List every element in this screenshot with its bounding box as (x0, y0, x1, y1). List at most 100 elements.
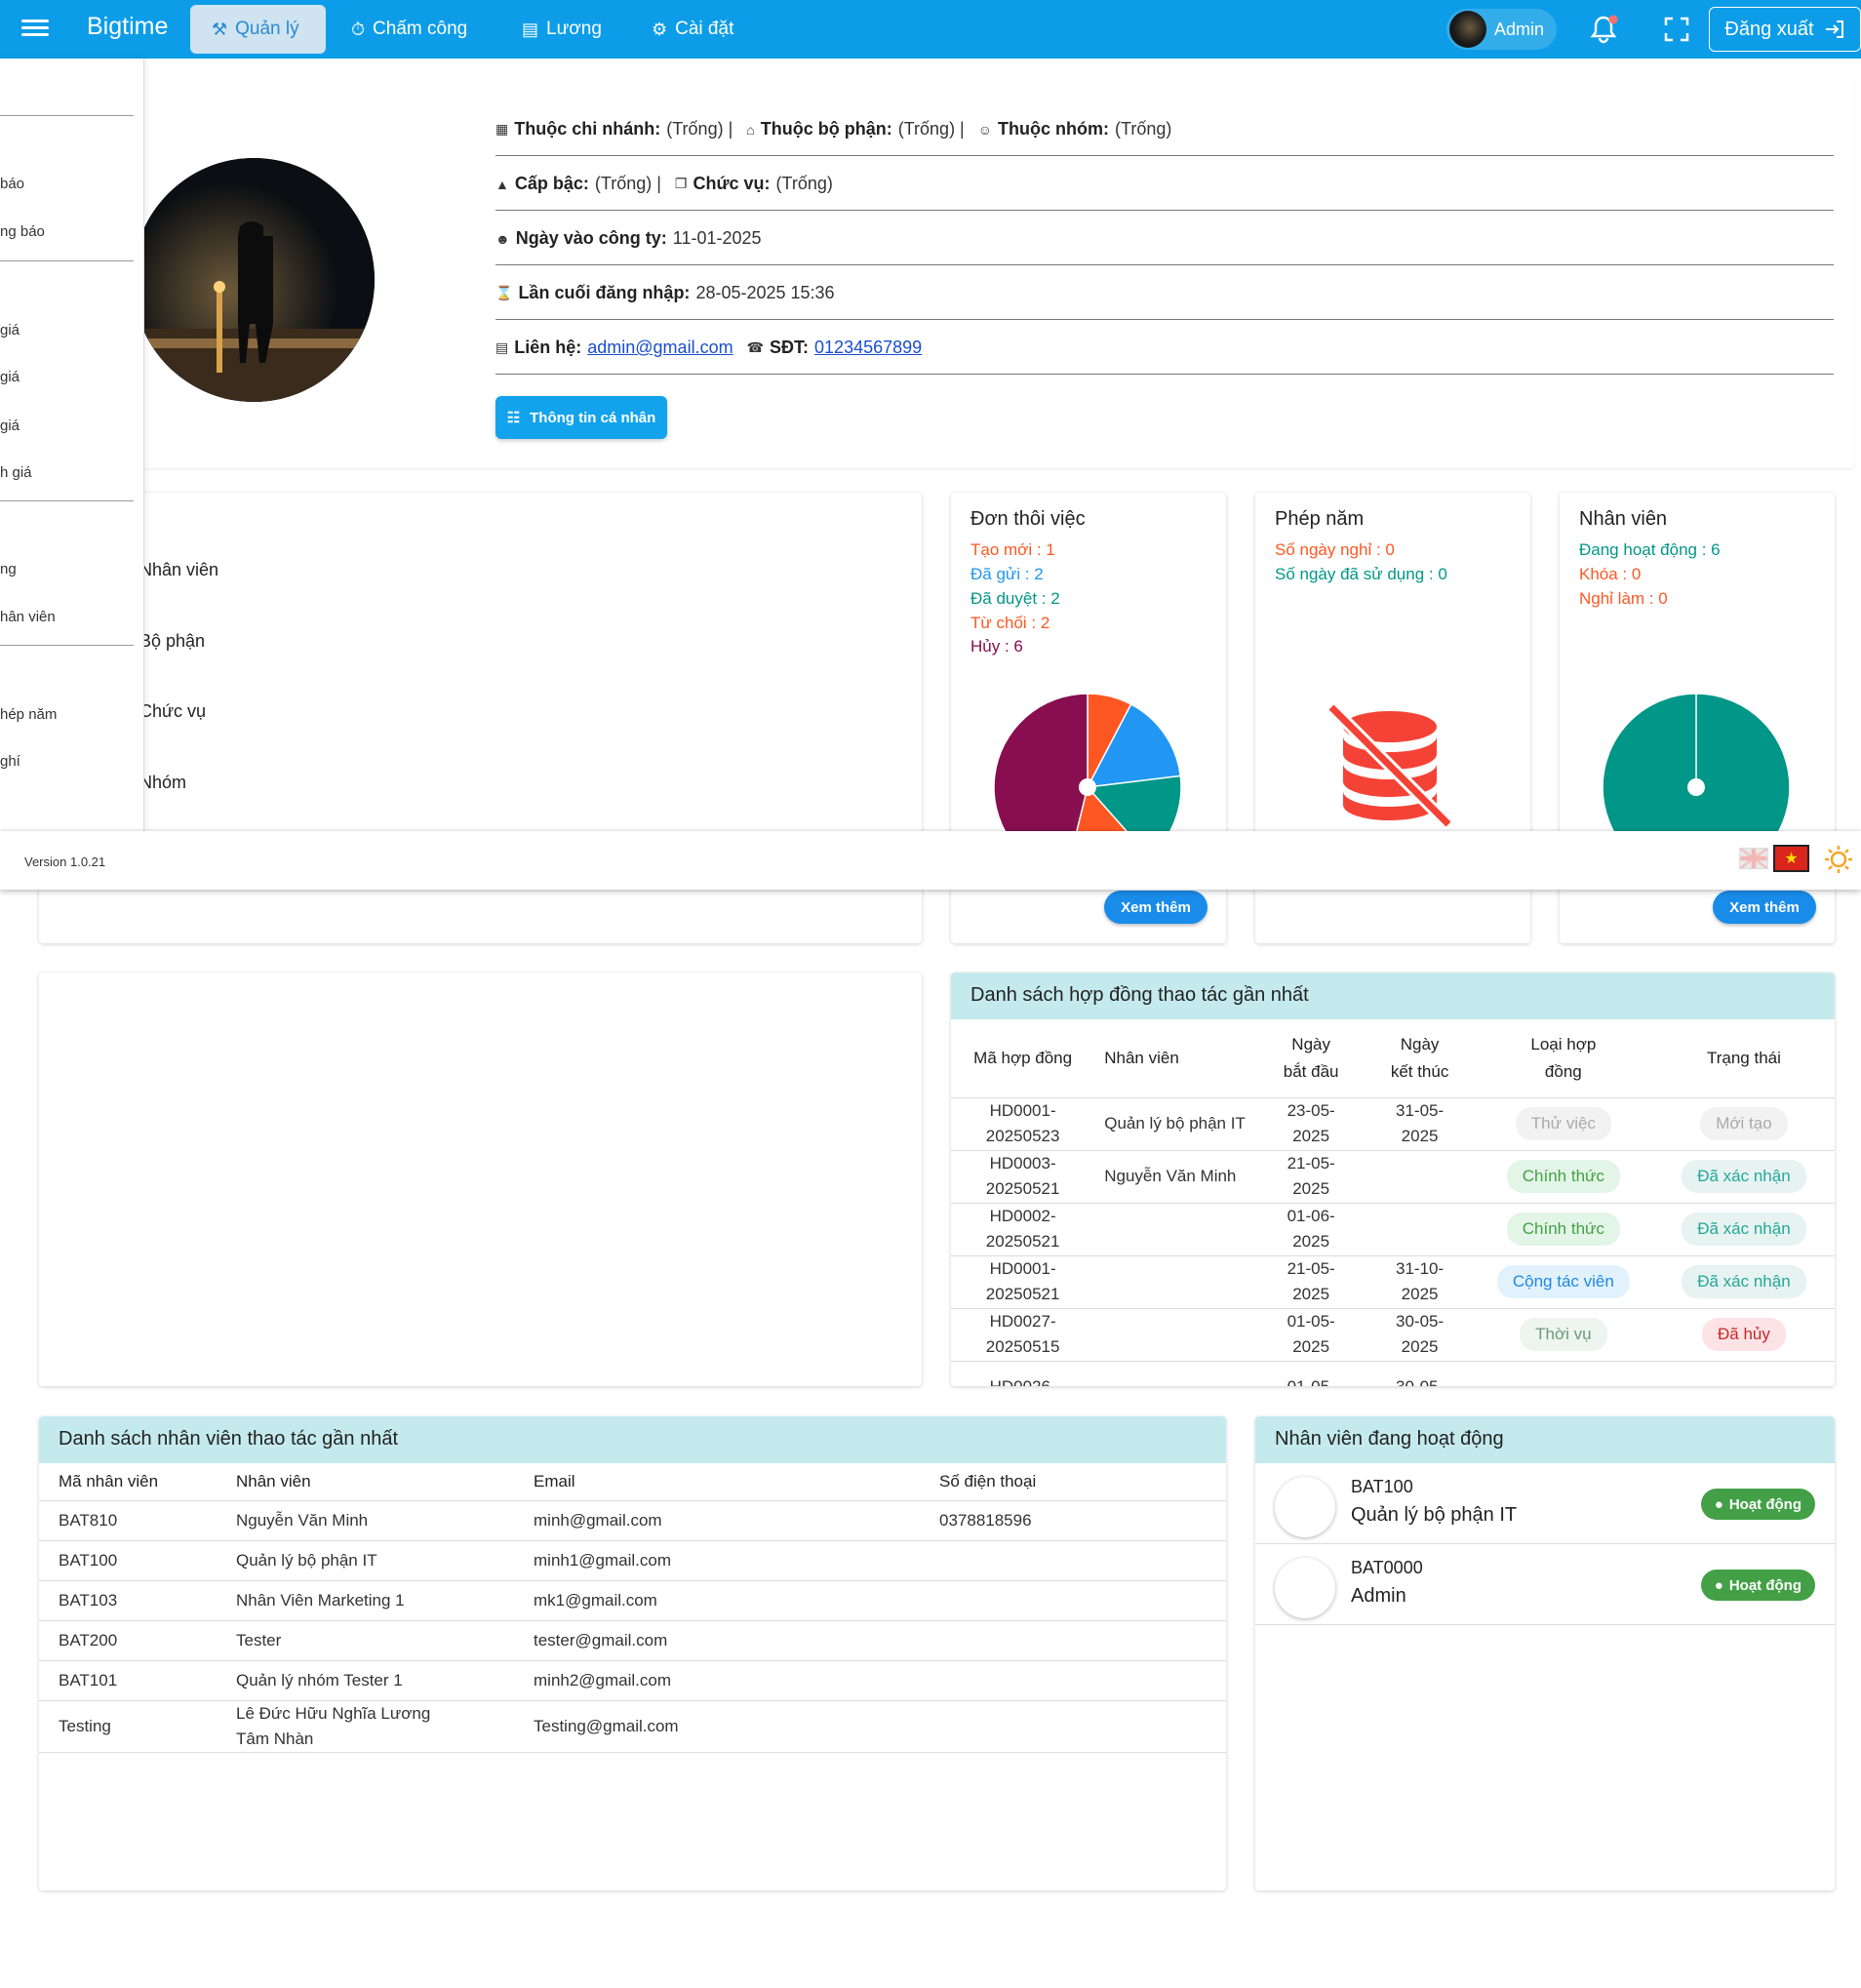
phone-link[interactable]: 01234567899 (814, 338, 922, 358)
sidebar-item[interactable]: h giá (0, 464, 32, 481)
contracts-header-row: Mã hợp đồng Nhân viên Ngày bắt đầu Ngày … (951, 1019, 1835, 1098)
sidebar-item[interactable]: ghí (0, 753, 20, 770)
employee-name: Quản lý bộ phận IT (217, 1540, 514, 1581)
nav-cai-dat[interactable]: ⚙ Cài đặt (630, 5, 755, 54)
sidebar-item[interactable]: hân viên (0, 609, 56, 625)
fullscreen-icon[interactable] (1663, 16, 1690, 43)
sidebar-divider (0, 645, 134, 646)
active-status-badge: ● Hoạt động (1700, 1489, 1815, 1520)
status-badge: Đã xác nhận (1682, 1213, 1806, 1246)
nav-quan-ly[interactable]: ⚒ Quản lý (190, 5, 326, 54)
sidebar-item[interactable]: giá (0, 369, 20, 385)
table-row[interactable]: HD0003-20250521 Nguyễn Văn Minh 21-05-20… (951, 1150, 1835, 1204)
table-row[interactable]: BAT810 Nguyễn Văn Minh minh@gmail.com 03… (39, 1500, 1226, 1541)
sidebar-item[interactable]: giá (0, 322, 20, 338)
personal-info-button[interactable]: ☷ Thông tin cá nhân (495, 396, 667, 439)
sidebar-item[interactable]: ng (0, 561, 17, 577)
table-row[interactable]: HD0027-20250515 01-05-2025 30-05-2025 Th… (951, 1308, 1835, 1362)
avatar (1449, 11, 1486, 48)
table-row[interactable]: BAT100 Quản lý bộ phận IT minh1@gmail.co… (39, 1540, 1226, 1581)
employee-phone (920, 1660, 1226, 1701)
contract-end: 31-05-2025 (1366, 1097, 1474, 1151)
contract-type-badge: Thử việc (1515, 1107, 1611, 1140)
sidebar-item[interactable]: giá (0, 417, 20, 434)
hourglass-icon: ⌛ (495, 285, 513, 300)
contract-start: 21-05-2025 (1255, 1255, 1366, 1309)
level-value: (Trống) | (594, 174, 661, 193)
resign-pie-center (1079, 778, 1096, 796)
dept-value: (Trống) | (897, 119, 965, 139)
mid-label-nhom[interactable]: Nhóm (139, 773, 186, 793)
employee-code: BAT810 (39, 1500, 217, 1541)
staff-pie-center (1687, 778, 1705, 796)
user-icon: ● (1714, 1576, 1723, 1594)
contract-start: 21-05-2025 (1255, 1150, 1366, 1204)
table-row[interactable]: BAT101 Quản lý nhóm Tester 1 minh2@gmail… (39, 1660, 1226, 1701)
lastlogin-value: 28-05-2025 15:36 (695, 283, 835, 302)
building-icon: ▦ (495, 121, 509, 137)
profile-photo (133, 158, 375, 402)
clipboard-icon: ☷ (506, 410, 521, 426)
table-row[interactable]: HD0001-20250523 Quản lý bộ phận IT 23-05… (951, 1097, 1835, 1151)
vietnam-flag-icon[interactable]: ★ (1773, 845, 1809, 872)
stopwatch-icon: ⏱ (351, 19, 366, 39)
contract-code: HD0026- (951, 1361, 1095, 1386)
mid-label-chuc-vu[interactable]: Chức vụ (139, 701, 206, 722)
user-chip[interactable]: Admin (1446, 9, 1557, 50)
col-start-date: Ngày bắt đầu (1255, 1019, 1366, 1098)
employee-email: minh2@gmail.com (514, 1660, 920, 1701)
resign-approved: Đã duyệt : 2 (970, 589, 1060, 608)
col-employee-name: Nhân viên (217, 1463, 514, 1501)
list-item[interactable]: BAT100 Quản lý bộ phận IT ● Hoạt động (1255, 1463, 1835, 1544)
sidebar-item[interactable]: báo (0, 176, 24, 192)
table-row[interactable]: Testing Lê Đức Hữu Nghĩa Lương Tâm Nhàn … (39, 1700, 1226, 1753)
group-label: Thuộc nhóm: (998, 119, 1110, 139)
active-name: Admin (1351, 1585, 1406, 1607)
gears-icon: ⚙ (652, 19, 668, 39)
table-row[interactable]: HD0001-20250521 21-05-2025 31-10-2025 Cộ… (951, 1255, 1835, 1309)
contract-code: HD0027-20250515 (951, 1308, 1095, 1362)
nav-quan-ly-label: Quản lý (235, 19, 299, 39)
profile-org-line: ▦ Thuộc chi nhánh: (Trống) | ⌂ Thuộc bộ … (495, 101, 1834, 156)
mid-label-nhan-vien[interactable]: Nhân viên (139, 560, 218, 580)
hamburger-menu-icon[interactable] (21, 16, 49, 43)
org-chart-icon: ⚒ (212, 19, 228, 39)
contact-email-link[interactable]: admin@gmail.com (587, 338, 733, 358)
logout-button[interactable]: Đăng xuất (1709, 7, 1861, 52)
sidebar-item[interactable]: hép năm (0, 706, 57, 723)
table-row[interactable]: BAT200 Tester tester@gmail.com (39, 1620, 1226, 1661)
nav-cham-cong[interactable]: ⏱ Chấm công (330, 5, 489, 54)
profile-contact-line: ▤ Liên hệ: admin@gmail.com ☎ SĐT: 012345… (495, 320, 1834, 375)
employees-header-row: Mã nhân viên Nhân viên Email Số điện tho… (39, 1463, 1226, 1501)
leave-days-off: Số ngày nghỉ : 0 (1275, 540, 1395, 559)
theme-sun-icon[interactable] (1824, 845, 1853, 874)
position-label: Chức vụ: (693, 174, 771, 193)
employee-phone (920, 1540, 1226, 1581)
employee-phone (920, 1580, 1226, 1621)
active-code: BAT100 (1351, 1477, 1413, 1496)
employee-email: tester@gmail.com (514, 1620, 920, 1661)
employee-phone: 0378818596 (920, 1500, 1226, 1541)
contract-type-badge: Chính thức (1506, 1213, 1620, 1246)
resign-sent: Đã gửi : 2 (970, 565, 1044, 583)
nav-luong[interactable]: ▤ Lương (500, 5, 623, 54)
col-end-date: Ngày kết thúc (1366, 1019, 1474, 1098)
employees-title: Danh sách nhân viên thao tác gần nhất (39, 1416, 1226, 1463)
contract-start: 01-06-2025 (1255, 1203, 1366, 1256)
employee-phone (920, 1700, 1226, 1753)
list-item[interactable]: BAT0000 Admin ● Hoạt động (1255, 1544, 1835, 1625)
resign-more-button[interactable]: Xem thêm (1104, 891, 1208, 924)
mid-label-bo-phan[interactable]: Bộ phận (139, 631, 205, 652)
app-brand[interactable]: Bigtime (87, 13, 168, 41)
contract-type-badge: Chính thức (1506, 1160, 1620, 1193)
uk-flag-icon[interactable] (1739, 848, 1768, 869)
table-row[interactable]: HD0002-20250521 01-06-2025 Chính thức Đã… (951, 1203, 1835, 1256)
table-row[interactable]: HD0026- 01-05- 30-05- (951, 1361, 1835, 1386)
staff-more-button[interactable]: Xem thêm (1713, 891, 1816, 924)
bell-icon[interactable] (1588, 14, 1619, 45)
profile-lastlogin-line: ⌛ Lần cuối đăng nhập: 28-05-2025 15:36 (495, 265, 1834, 320)
leave-title: Phép năm (1275, 508, 1365, 530)
table-row[interactable]: BAT103 Nhân Viên Marketing 1 mk1@gmail.c… (39, 1580, 1226, 1621)
employee-name: Nguyễn Văn Minh (217, 1500, 514, 1541)
sidebar-item[interactable]: ng báo (0, 223, 45, 240)
